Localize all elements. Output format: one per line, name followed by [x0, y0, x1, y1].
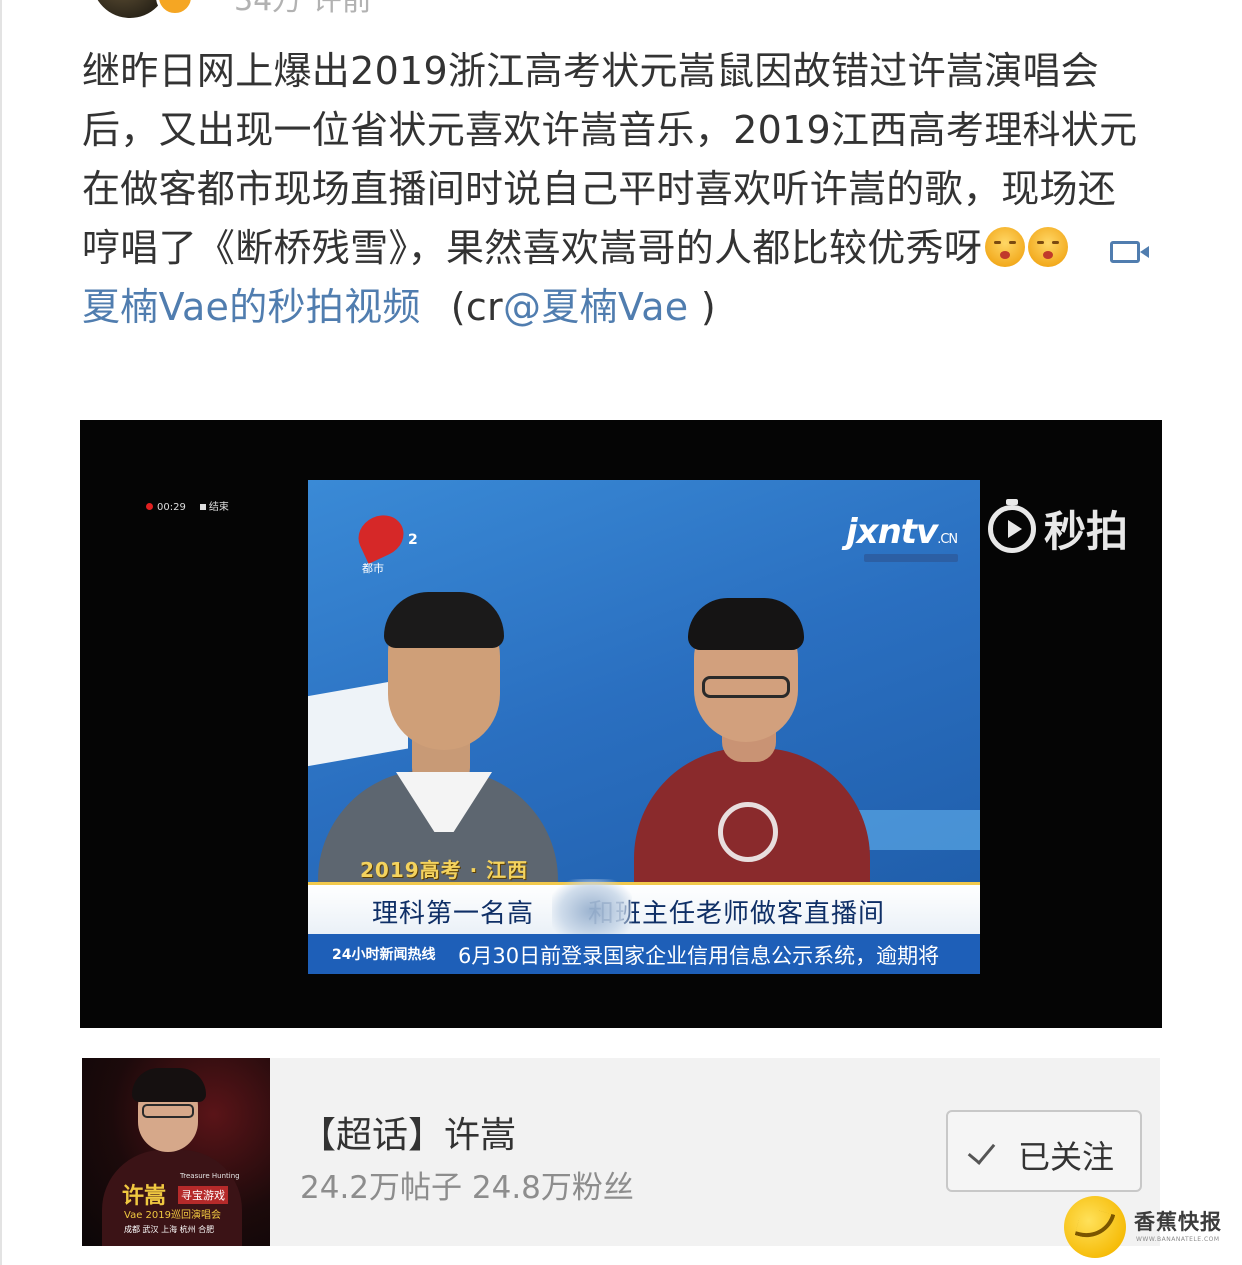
- student-hair: [688, 598, 804, 650]
- channel-number: 2: [408, 532, 418, 548]
- super-topic-card[interactable]: 许嵩 Treasure Hunting 寻宝游戏 Vae 2019巡回演唱会 成…: [82, 1058, 1160, 1246]
- follow-label: 已关注: [1018, 1138, 1115, 1176]
- recording-time: 00:29: [157, 502, 186, 513]
- thumbnail-glasses-icon: [142, 1104, 194, 1118]
- video-link[interactable]: 夏楠Vae的秒拍视频: [82, 285, 421, 329]
- miaopai-logo: 秒拍: [988, 498, 1128, 556]
- credit-prefix: (cr: [450, 285, 503, 329]
- post-body: 继昨日网上爆出2019浙江高考状元嵩鼠因故错过许嵩演唱会后，又出现一位省状元喜欢…: [82, 42, 1152, 337]
- station-logo: jxntv.CN: [846, 512, 958, 552]
- tv-screen: 2 都市 jxntv.CN 2019高考 · 江西 理科第一名高 和班主任老师做…: [308, 480, 980, 974]
- caption-bar: 理科第一名高 和班主任老师做客直播间: [308, 879, 980, 943]
- play-icon: [988, 498, 1036, 553]
- watermark-name: 香蕉快报: [1134, 1210, 1222, 1234]
- video-link-icon[interactable]: [1110, 241, 1150, 263]
- ticker-label: 24小时新闻热线: [332, 947, 436, 963]
- post-header: 34万 许前: [0, 0, 1242, 18]
- recording-status: 00:29 结束: [146, 498, 229, 513]
- recording-label: 结束: [208, 502, 229, 513]
- teacher-hair: [384, 592, 504, 648]
- ticker-text: 6月30日前登录国家企业信用信息公示系统，逾期将: [458, 944, 940, 968]
- recording-dot-icon: [146, 503, 153, 510]
- banana-logo-icon: [1064, 1196, 1126, 1258]
- thumbnail-subtitle: 寻宝游戏: [178, 1186, 228, 1204]
- channel-swoosh-icon: [351, 508, 411, 564]
- caption-tag: 2019高考 · 江西: [360, 858, 529, 882]
- topic-thumbnail[interactable]: 许嵩 Treasure Hunting 寻宝游戏 Vae 2019巡回演唱会 成…: [82, 1058, 270, 1246]
- topic-stats: 24.2万帖子 24.8万粉丝: [300, 1170, 634, 1206]
- watermark: 香蕉快报 WWW.BANANATELE.COM: [1064, 1196, 1240, 1262]
- thumbnail-concert: Vae 2019巡回演唱会: [124, 1210, 221, 1221]
- university-emblem-icon: [718, 802, 778, 862]
- miaopai-logo-text: 秒拍: [1044, 507, 1129, 556]
- follow-button[interactable]: 已关注: [946, 1110, 1142, 1192]
- station-logo-suffix: .CN: [937, 532, 958, 547]
- weibo-post-page: 34万 许前 继昨日网上爆出2019浙江高考状元嵩鼠因故错过许嵩演唱会后，又出现…: [0, 0, 1242, 1265]
- thumbnail-subtitle-en: Treasure Hunting: [180, 1172, 240, 1180]
- shy-face-emoji-icon: [1028, 227, 1069, 267]
- shy-face-emoji-icon: [985, 227, 1026, 267]
- topic-name[interactable]: 【超话】许嵩: [300, 1106, 516, 1158]
- credit-suffix: ): [700, 285, 717, 329]
- thumbnail-hair: [132, 1068, 206, 1102]
- channel-logo: 2 都市: [351, 508, 432, 580]
- thumbnail-cities: 成都 武汉 上海 杭州 合肥: [124, 1225, 215, 1234]
- stop-icon: [199, 504, 206, 510]
- channel-name: 都市: [362, 562, 384, 575]
- news-ticker: 24小时新闻热线 6月30日前登录国家企业信用信息公示系统，逾期将: [308, 934, 980, 974]
- watermark-url: WWW.BANANATELE.COM: [1136, 1236, 1220, 1243]
- video-player[interactable]: 00:29 结束 秒拍 2 都市 jxntv.CN 2019高考 · 江西 理科…: [80, 420, 1162, 1028]
- glasses-icon: [702, 676, 790, 698]
- credit-mention-link[interactable]: @夏楠Vae: [503, 285, 689, 329]
- station-subtitle-bar: [864, 554, 958, 562]
- left-divider: [0, 0, 2, 1265]
- verified-badge-icon: [156, 0, 194, 16]
- post-text: 继昨日网上爆出2019浙江高考状元嵩鼠因故错过许嵩演唱会后，又出现一位省状元喜欢…: [82, 49, 1138, 270]
- check-icon: [967, 1136, 996, 1165]
- post-time: 34万 许前: [234, 0, 372, 18]
- station-logo-text: jxntv: [846, 512, 938, 552]
